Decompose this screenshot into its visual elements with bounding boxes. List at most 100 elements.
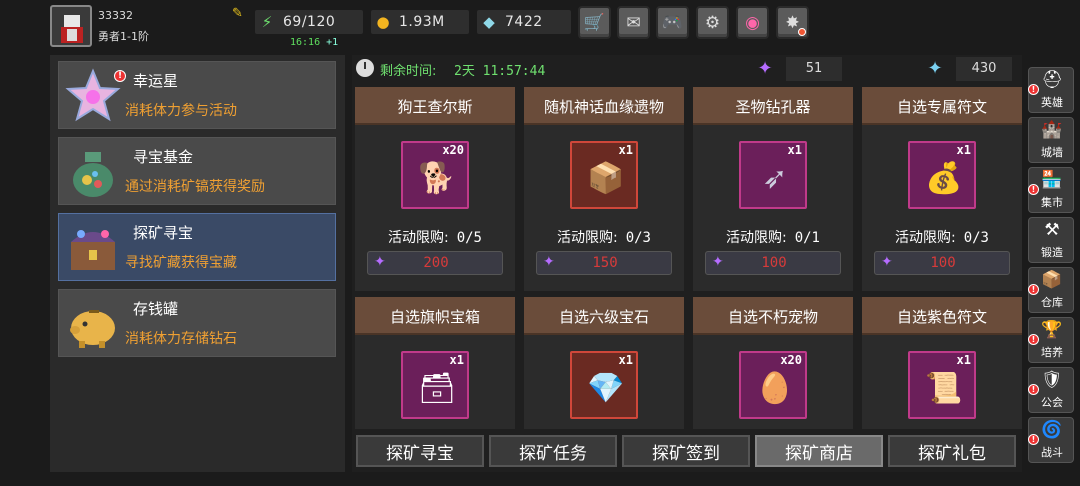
nav-hero[interactable]: ⛑ ! 英雄 — [1028, 67, 1074, 113]
item-count: x20 — [442, 143, 464, 157]
nav-label: 战斗 — [1041, 446, 1063, 459]
nav-label: 集市 — [1041, 196, 1063, 209]
shop-item[interactable]: 自选六级宝石 x1 💎 — [524, 297, 684, 429]
purple-crystal-icon: ✦ — [757, 58, 773, 79]
event-desc: 寻找矿藏获得宝藏 — [125, 255, 237, 271]
shop-item-name: 自选不朽宠物 — [693, 297, 853, 335]
nav-train[interactable]: 🏆 ! 培养 — [1028, 317, 1074, 363]
tab-mining-tasks[interactable]: 探矿任务 — [489, 435, 617, 467]
item-count: x1 — [449, 353, 464, 367]
drill-icon: x1 ➶ — [739, 141, 807, 209]
regen-plus: +1 — [326, 37, 339, 48]
settings-button[interactable]: ⚙ — [696, 6, 729, 39]
rune-chest-icon: x1 📜 — [908, 351, 976, 419]
purchase-limit: 活动限购: 0/3 — [524, 227, 684, 247]
cart-icon: 🛒 — [583, 12, 606, 33]
event-treasure-fund[interactable]: 寻宝基金 通过消耗矿镐获得奖励 — [58, 137, 336, 205]
price-value: 100 — [930, 255, 956, 271]
shop-cart-button[interactable]: 🛒 — [578, 6, 611, 39]
firework-button[interactable]: ✸ — [776, 6, 809, 39]
nav-wall[interactable]: 🏰 城墙 — [1028, 117, 1074, 163]
energy-counter[interactable]: ⚡ 69/120 — [255, 10, 363, 34]
event-title: 探矿寻宝 — [133, 224, 194, 242]
shop-item-name: 随机神话血缘遗物 — [524, 87, 684, 125]
purchase-limit: 活动限购: 0/1 — [693, 227, 853, 247]
event-title: 存钱罐 — [133, 300, 179, 318]
timer-label: 剩余时间: — [380, 64, 437, 79]
purchase-limit: 活动限购: 0/5 — [355, 227, 515, 247]
event-piggy-bank[interactable]: 存钱罐 消耗体力存储钻石 — [58, 289, 336, 357]
diamond-icon: ◆ — [483, 13, 495, 31]
color-wheel-icon: ◉ — [745, 12, 760, 33]
banner-chest-icon: x1 🗃 — [401, 351, 469, 419]
tab-mining-gift[interactable]: 探矿礼包 — [888, 435, 1016, 467]
item-count: x1 — [956, 353, 971, 367]
buy-button[interactable]: ✦ 200 — [367, 251, 503, 275]
item-glyph: 📦 — [587, 161, 625, 196]
shop-item-name: 狗王查尔斯 — [355, 87, 515, 125]
limit-label: 活动限购: — [556, 230, 618, 246]
lightning-icon: ⚡ — [261, 13, 273, 31]
player-rank: 勇者1-1阶 — [98, 30, 149, 43]
buy-button[interactable]: ✦ 150 — [536, 251, 672, 275]
shop-item[interactable]: 圣物钻孔器 x1 ➶ 活动限购: 0/1 ✦ 100 — [693, 87, 853, 291]
tab-bar: 探矿寻宝 探矿任务 探矿签到 探矿商店 探矿礼包 — [352, 435, 1022, 469]
purchase-limit: 活动限购: 0/3 — [862, 227, 1022, 247]
limit-value: 0/3 — [963, 230, 989, 246]
tab-mining-treasure[interactable]: 探矿寻宝 — [356, 435, 484, 467]
event-list: ! 幸运星 消耗体力参与活动 寻宝基金 通过消耗矿镐获得奖励 探矿寻宝 寻找矿藏… — [50, 55, 345, 472]
event-desc: 消耗体力存储钻石 — [125, 331, 237, 347]
pet-chest-icon: x20 🥚 — [739, 351, 807, 419]
mail-button[interactable]: ✉ — [617, 6, 650, 39]
lucky-star-icon — [65, 68, 121, 124]
gamepad-button[interactable]: 🎮 — [656, 6, 689, 39]
gold-counter[interactable]: ● 1.93M — [371, 10, 469, 34]
top-bar: 33332 勇者1-1阶 ✎ ⚡ 69/120 16:16 +1 ● 1.93M… — [0, 0, 1080, 55]
tab-mining-shop[interactable]: 探矿商店 — [755, 435, 883, 467]
regen-time: 16:16 — [290, 37, 321, 48]
nav-warehouse[interactable]: 📦 ! 仓库 — [1028, 267, 1074, 313]
buy-button[interactable]: ✦ 100 — [874, 251, 1010, 275]
nav-forge[interactable]: ⚒ 锻造 — [1028, 217, 1074, 263]
buy-button[interactable]: ✦ 100 — [705, 251, 841, 275]
limit-value: 0/5 — [456, 230, 482, 246]
rune-bag-icon: x1 💰 — [908, 141, 976, 209]
gamepad-icon: 🎮 — [661, 12, 684, 33]
nav-label: 城墙 — [1041, 146, 1063, 159]
color-wheel-button[interactable]: ◉ — [736, 6, 769, 39]
player-id: 33332 — [98, 9, 133, 22]
blue-crystal-icon: ✦ — [927, 58, 943, 79]
shop-item[interactable]: 自选不朽宠物 x20 🥚 — [693, 297, 853, 429]
event-title: 幸运星 — [133, 72, 179, 90]
mining-shop: 剩余时间: 2天 11:57:44 ✦ 51 ✦ 430 狗王查尔斯 x20 🐕… — [352, 55, 1022, 472]
item-glyph: 🐕 — [418, 161, 456, 196]
limit-value: 0/3 — [625, 230, 651, 246]
tab-mining-checkin[interactable]: 探矿签到 — [622, 435, 750, 467]
edit-icon[interactable]: ✎ — [232, 7, 246, 21]
shop-item[interactable]: 自选专属符文 x1 💰 活动限购: 0/3 ✦ 100 — [862, 87, 1022, 291]
limit-label: 活动限购: — [387, 230, 449, 246]
nav-label: 培养 — [1041, 346, 1063, 359]
alert-badge: ! — [114, 70, 126, 82]
shop-item[interactable]: 狗王查尔斯 x20 🐕 活动限购: 0/5 ✦ 200 — [355, 87, 515, 291]
item-count: x1 — [956, 143, 971, 157]
event-mining-treasure[interactable]: 探矿寻宝 寻找矿藏获得宝藏 — [58, 213, 336, 281]
item-count: x1 — [787, 143, 802, 157]
shop-item[interactable]: 自选旗帜宝箱 x1 🗃 — [355, 297, 515, 429]
shop-item-name: 自选紫色符文 — [862, 297, 1022, 335]
event-lucky-star[interactable]: ! 幸运星 消耗体力参与活动 — [58, 61, 336, 129]
item-glyph: 💎 — [587, 371, 625, 406]
nav-guild[interactable]: 🛡 ! 公会 — [1028, 367, 1074, 413]
shop-item[interactable]: 随机神话血缘遗物 x1 📦 活动限购: 0/3 ✦ 150 — [524, 87, 684, 291]
nav-battle[interactable]: 🌀 ! 战斗 — [1028, 417, 1074, 463]
gem-counter[interactable]: ◆ 7422 — [477, 10, 571, 34]
item-count: x1 — [618, 143, 633, 157]
item-glyph: 🥚 — [756, 371, 794, 406]
gem-chest-icon: x1 💎 — [570, 351, 638, 419]
avatar[interactable] — [50, 5, 92, 47]
nav-market[interactable]: 🏪 ! 集市 — [1028, 167, 1074, 213]
treasure-bag-icon — [65, 144, 121, 200]
shop-item-name: 圣物钻孔器 — [693, 87, 853, 125]
shop-item[interactable]: 自选紫色符文 x1 📜 — [862, 297, 1022, 429]
timer-value: 2天 11:57:44 — [454, 64, 546, 79]
